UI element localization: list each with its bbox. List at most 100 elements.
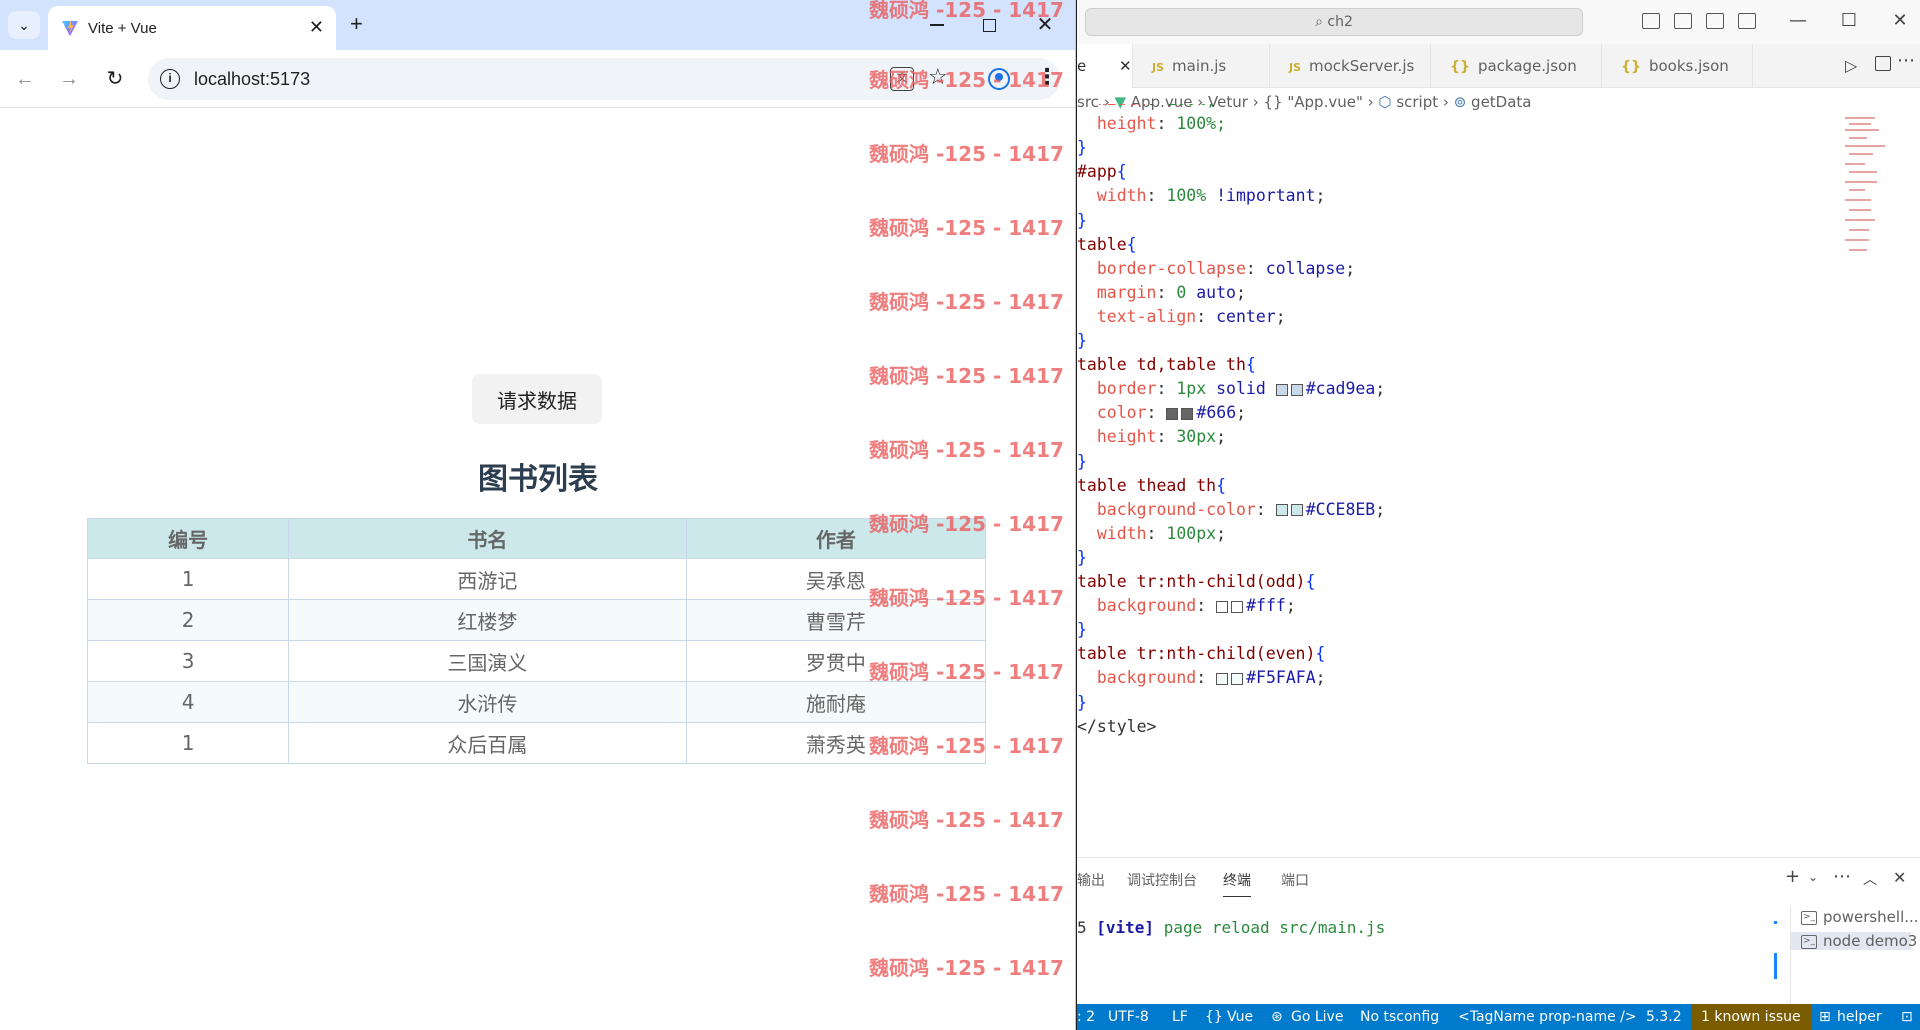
code-line[interactable]: width: 100% !important;: [1077, 186, 1326, 210]
address-bar[interactable]: i localhost:5173 文 ☆ ⋮: [148, 58, 1060, 100]
forward-arrow-icon[interactable]: →: [54, 64, 84, 94]
code-line[interactable]: }: [1077, 211, 1087, 235]
code-line[interactable]: table{: [1077, 235, 1137, 259]
editor-tab-package-json[interactable]: {} package.json: [1432, 44, 1602, 88]
status-eol[interactable]: LF: [1172, 1004, 1188, 1030]
code-line[interactable]: color: #666;: [1077, 403, 1246, 427]
command-center-search[interactable]: ⌕ ch2: [1085, 8, 1583, 36]
tab-close-icon[interactable]: ✕: [309, 17, 324, 37]
code-line[interactable]: width: 100%;: [1077, 104, 1216, 114]
status-line-col[interactable]: : 2: [1077, 1004, 1095, 1030]
status-encoding[interactable]: UTF-8: [1108, 1004, 1149, 1030]
close-panel-icon[interactable]: ✕: [1893, 868, 1906, 887]
color-swatch[interactable]: [1181, 407, 1194, 420]
translate-icon[interactable]: 文: [890, 67, 914, 91]
color-swatch[interactable]: [1231, 672, 1244, 685]
editor-tab-app-vue[interactable]: e ✕: [1077, 44, 1133, 88]
browser-tab[interactable]: Vite + Vue ✕: [48, 6, 336, 50]
editor-tab-mockserver-js[interactable]: JS mockServer.js: [1271, 44, 1431, 88]
code-line[interactable]: table tr:nth-child(even){: [1077, 644, 1325, 668]
editor-tab-main-js[interactable]: JS main.js: [1134, 44, 1270, 88]
code-line[interactable]: background: #fff;: [1077, 596, 1296, 620]
notification-icon[interactable]: ⊡: [1901, 1004, 1913, 1030]
toggle-sidebar-icon[interactable]: [1642, 13, 1660, 29]
status-known-issue[interactable]: 1 known issue: [1691, 1004, 1811, 1030]
status-version[interactable]: 5.3.2: [1646, 1004, 1682, 1030]
profile-icon[interactable]: [988, 68, 1010, 90]
color-swatch[interactable]: [1275, 504, 1288, 517]
terminal-item-node[interactable]: >_ node demo3: [1791, 932, 1917, 950]
maximize-button[interactable]: [974, 10, 1004, 40]
code-line[interactable]: margin: 0 auto;: [1077, 283, 1246, 307]
close-window-button[interactable]: ✕: [1030, 10, 1060, 40]
url-text[interactable]: localhost:5173: [194, 69, 310, 90]
toggle-secondary-sidebar-icon[interactable]: [1706, 13, 1724, 29]
code-line[interactable]: height: 30px;: [1077, 427, 1226, 451]
customize-layout-icon[interactable]: [1738, 13, 1756, 29]
color-swatch[interactable]: [1216, 600, 1229, 613]
reload-icon[interactable]: ↻: [100, 64, 130, 94]
code-line[interactable]: }: [1077, 548, 1087, 572]
code-line[interactable]: }: [1077, 452, 1087, 476]
status-go-live[interactable]: Go Live: [1291, 1004, 1343, 1030]
maximize-panel-icon[interactable]: ︿: [1863, 869, 1877, 889]
bookmark-star-icon[interactable]: ☆: [928, 64, 948, 90]
terminal-output[interactable]: 5 [vite] page reload src/main.js: [1077, 918, 1385, 937]
code-line[interactable]: }: [1077, 138, 1087, 162]
color-swatch[interactable]: [1231, 600, 1244, 613]
split-editor-icon[interactable]: [1875, 56, 1891, 71]
run-icon[interactable]: ▷: [1845, 56, 1857, 75]
tab-ports[interactable]: 端口: [1281, 870, 1309, 890]
minimap[interactable]: [1837, 115, 1897, 265]
terminal-vite-tag: [vite]: [1096, 918, 1155, 937]
editor-tab-books-json[interactable]: {} books.json: [1603, 44, 1753, 88]
terminal-item-powershell[interactable]: >_ powershell...: [1801, 908, 1919, 926]
new-tab-button[interactable]: +: [350, 12, 363, 36]
back-arrow-icon[interactable]: ←: [10, 64, 40, 94]
code-line[interactable]: border-collapse: collapse;: [1077, 259, 1355, 283]
code-line[interactable]: text-align: center;: [1077, 307, 1286, 331]
tab-search-chevron-icon[interactable]: ⌄: [8, 11, 40, 39]
status-helper[interactable]: helper: [1837, 1004, 1882, 1030]
code-line[interactable]: table td,table th{: [1077, 355, 1256, 379]
code-line[interactable]: </style>: [1077, 717, 1156, 741]
minimize-button[interactable]: [922, 10, 952, 40]
code-line[interactable]: background-color: #CCE8EB;: [1077, 500, 1385, 524]
status-language[interactable]: Vue: [1227, 1004, 1253, 1030]
more-actions-icon[interactable]: ⋯: [1897, 50, 1915, 71]
more-actions-icon[interactable]: ⋯: [1833, 866, 1851, 887]
code-line[interactable]: table tr:nth-child(odd){: [1077, 572, 1315, 596]
color-swatch[interactable]: [1166, 407, 1179, 420]
color-swatch[interactable]: [1216, 672, 1229, 685]
table-row: 3 三国演义 罗贯中: [86, 640, 987, 682]
code-line[interactable]: table thead th{: [1077, 476, 1226, 500]
maximize-button[interactable]: ☐: [1829, 6, 1869, 36]
code-line[interactable]: #app{: [1077, 162, 1127, 186]
code-line[interactable]: height: 100%;: [1077, 114, 1226, 138]
code-line[interactable]: width: 100px;: [1077, 524, 1226, 548]
color-swatch[interactable]: [1290, 383, 1303, 396]
chevron-down-icon[interactable]: ⌄: [1808, 870, 1818, 884]
scrollbar[interactable]: [1774, 953, 1777, 979]
site-info-icon[interactable]: i: [160, 69, 180, 89]
status-tsconfig[interactable]: No tsconfig: [1360, 1004, 1439, 1030]
status-tagname[interactable]: <TagName prop-name />: [1458, 1004, 1637, 1030]
code-line[interactable]: border: 1px solid #cad9ea;: [1077, 379, 1385, 403]
request-data-button[interactable]: 请求数据: [472, 374, 602, 424]
tab-output[interactable]: 输出: [1077, 870, 1105, 890]
close-window-button[interactable]: ✕: [1880, 6, 1920, 36]
tab-debug-console[interactable]: 调试控制台: [1127, 870, 1197, 890]
toggle-panel-icon[interactable]: [1674, 13, 1692, 29]
tab-terminal[interactable]: 终端: [1223, 870, 1251, 897]
code-line[interactable]: }: [1077, 693, 1087, 717]
color-swatch[interactable]: [1275, 383, 1288, 396]
color-swatch[interactable]: [1290, 504, 1303, 517]
new-terminal-icon[interactable]: +: [1785, 866, 1800, 887]
minimize-button[interactable]: —: [1778, 6, 1818, 36]
code-line[interactable]: }: [1077, 331, 1087, 355]
code-line[interactable]: background: #F5FAFA;: [1077, 668, 1326, 692]
tab-close-icon[interactable]: ✕: [1119, 57, 1132, 75]
code-line[interactable]: }: [1077, 620, 1087, 644]
more-menu-icon[interactable]: ⋮: [1036, 64, 1058, 90]
code-editor[interactable]: width: 100%; height: 100%;}#app{ width: …: [1077, 104, 1837, 852]
